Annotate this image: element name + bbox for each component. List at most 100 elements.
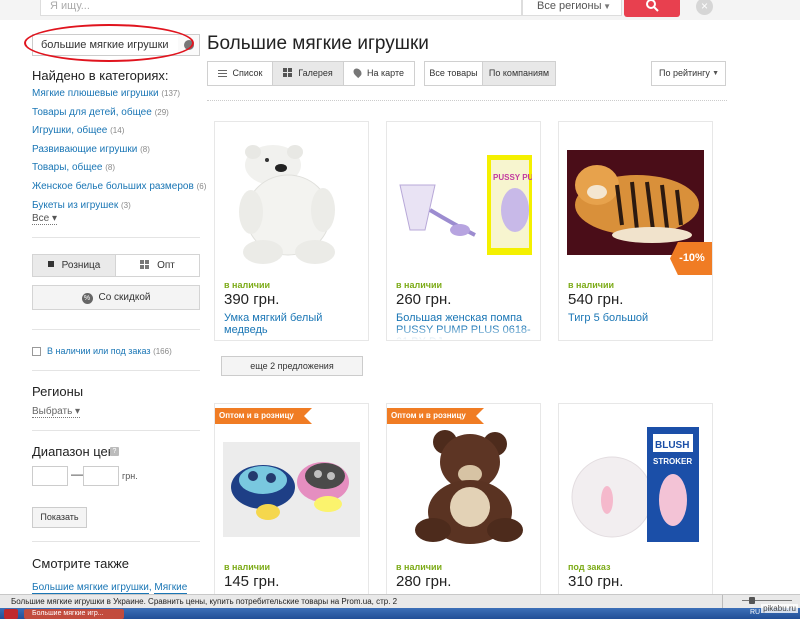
clear-search-icon[interactable]: × (696, 0, 713, 15)
category-link[interactable]: Товары для детей, общее (32, 107, 152, 118)
filter-by-company[interactable]: По компаниям (482, 61, 556, 86)
category-link[interactable]: Мягкие плюшевые игрушки (32, 88, 159, 99)
view-map-button[interactable]: На карте (343, 61, 415, 86)
availability-status: в наличии (224, 280, 271, 290)
sort-dropdown[interactable]: По рейтингу ▼ (651, 61, 726, 86)
see-also-title: Смотрите также (32, 556, 130, 571)
product-box-label: STROKER (653, 457, 692, 466)
start-button[interactable] (4, 609, 18, 619)
category-count: (29) (154, 107, 169, 117)
category-link[interactable]: Развивающие игрушки (32, 144, 137, 155)
top-search-input[interactable]: Я ищу... (40, 0, 522, 16)
category-link[interactable]: Букеты из игрушек (32, 200, 118, 211)
view-list-label: Список (232, 68, 263, 78)
text-fade (387, 326, 540, 340)
product-box-label: PUSSY PUMP (493, 173, 532, 182)
filter-all-products[interactable]: Все товары (424, 61, 483, 86)
see-also-link[interactable]: Мягкие (154, 582, 188, 594)
category-item[interactable]: Развивающие игрушки (8) (32, 144, 207, 163)
product-card[interactable]: Оптом и в розницу в наличии 145 грн. (214, 403, 369, 619)
divider (32, 370, 200, 371)
category-count: (14) (110, 126, 125, 136)
square-icon (47, 261, 54, 267)
discount-filter-button[interactable]: % Со скидкой (32, 285, 200, 310)
category-item[interactable]: Женское белье больших размеров (6) (32, 181, 207, 200)
category-item[interactable]: Товары, общее (8) (32, 162, 207, 181)
category-link[interactable]: Игрушки, общее (32, 125, 107, 136)
category-item[interactable]: Мягкие плюшевые игрушки (137) (32, 88, 207, 107)
search-icon (646, 0, 659, 12)
show-button[interactable]: Показать (32, 507, 87, 528)
category-count: (8) (140, 144, 150, 154)
choose-region-link[interactable]: Выбрать ▾ (32, 406, 81, 418)
product-image-white-bear[interactable] (223, 130, 360, 267)
category-count: (8) (105, 163, 116, 173)
product-image-turtle-toys[interactable] (223, 412, 360, 549)
product-name-link[interactable]: Тигр 5 большой (568, 312, 708, 324)
boxes-icon (140, 260, 150, 269)
product-card[interactable]: -10% в наличии 540 грн. Тигр 5 большой (558, 121, 713, 341)
retail-toggle[interactable]: Розница (32, 254, 116, 277)
product-card[interactable]: BLUSH STROKER под заказ 310 грн. (558, 403, 713, 619)
taskbar-item[interactable]: Большие мягкие игр... (24, 609, 124, 619)
product-box-label: BLUSH (655, 440, 689, 451)
see-also-link[interactable]: Большие мягкие игрушки (32, 582, 149, 594)
map-pin-icon (351, 66, 364, 79)
language-indicator[interactable]: RU (750, 609, 760, 616)
availability-status: в наличии (396, 280, 443, 290)
product-image-stroker[interactable]: BLUSH STROKER (567, 412, 704, 549)
wholesale-retail-ribbon: Оптом и в розницу (387, 408, 484, 424)
in-stock-label[interactable]: В наличии или под заказ (166) (47, 346, 172, 356)
product-image-pump[interactable]: PUSSY PUMP (395, 130, 532, 267)
product-price: 280 грн. (396, 573, 452, 590)
search-button[interactable] (624, 0, 680, 17)
wholesale-label: Опт (157, 260, 175, 271)
category-item[interactable]: Игрушки, общее (14) (32, 125, 207, 144)
category-link[interactable]: Товары, общее (32, 162, 102, 173)
in-stock-count: (166) (153, 347, 172, 356)
sort-label: По рейтингу (659, 68, 710, 78)
category-item[interactable]: Букеты из игрушек (3) (32, 200, 207, 219)
more-offers-button[interactable]: еще 2 предложения (221, 356, 363, 376)
percent-icon: % (81, 293, 93, 304)
product-card[interactable]: Оптом и в розницу в наличии 280 грн. (386, 403, 541, 619)
view-list-button[interactable]: Список (207, 61, 273, 86)
os-taskbar: Большие мягкие игр... RU (0, 608, 800, 619)
category-link[interactable]: Женское белье больших размеров (32, 181, 194, 192)
price-from-input[interactable] (32, 466, 68, 486)
product-card[interactable]: в наличии 390 грн. Умка мягкий белый мед… (214, 121, 369, 341)
availability-status: в наличии (568, 280, 615, 290)
region-select-label: Все регионы (537, 0, 602, 12)
wholesale-toggle[interactable]: Опт (115, 254, 200, 277)
product-price: 390 грн. (224, 291, 280, 308)
view-map-label: На карте (367, 68, 404, 78)
category-item[interactable]: Товары для детей, общее (29) (32, 107, 207, 126)
region-select[interactable]: Все регионы ▼ (522, 0, 622, 16)
chevron-down-icon: ▼ (712, 70, 719, 77)
price-to-input[interactable] (83, 466, 119, 486)
status-divider (722, 595, 736, 608)
product-image-brown-bear[interactable] (395, 412, 532, 549)
availability-status: под заказ (568, 562, 611, 572)
price-currency: грн. (122, 471, 138, 481)
help-icon[interactable]: ? (110, 447, 119, 456)
view-gallery-label: Галерея (298, 68, 333, 78)
chevron-down-icon: ▼ (603, 2, 611, 11)
divider (32, 329, 200, 330)
product-card[interactable]: PUSSY PUMP в наличии 260 грн. Большая же… (386, 121, 541, 341)
discount-label: Со скидкой (98, 292, 151, 303)
category-count: (137) (161, 89, 181, 98)
product-name-link[interactable]: Умка мягкий белый медведь (224, 312, 364, 336)
browser-status-bar: Большие мягкие игрушки в Украине. Сравни… (0, 594, 800, 608)
wholesale-retail-ribbon: Оптом и в розницу (215, 408, 312, 424)
regions-title: Регионы (32, 384, 84, 399)
see-also-links: Большие мягкие игрушки, Мягкие (32, 582, 188, 594)
in-stock-checkbox[interactable] (32, 347, 41, 356)
view-gallery-button[interactable]: Галерея (272, 61, 344, 86)
show-all-categories-link[interactable]: Все ▾ (32, 213, 58, 225)
category-list: Мягкие плюшевые игрушки (137) Товары для… (32, 88, 207, 218)
product-price: 310 грн. (568, 573, 624, 590)
in-stock-text: В наличии или под заказ (47, 346, 151, 356)
divider (32, 541, 200, 542)
found-in-categories-title: Найдено в категориях: (32, 68, 169, 83)
